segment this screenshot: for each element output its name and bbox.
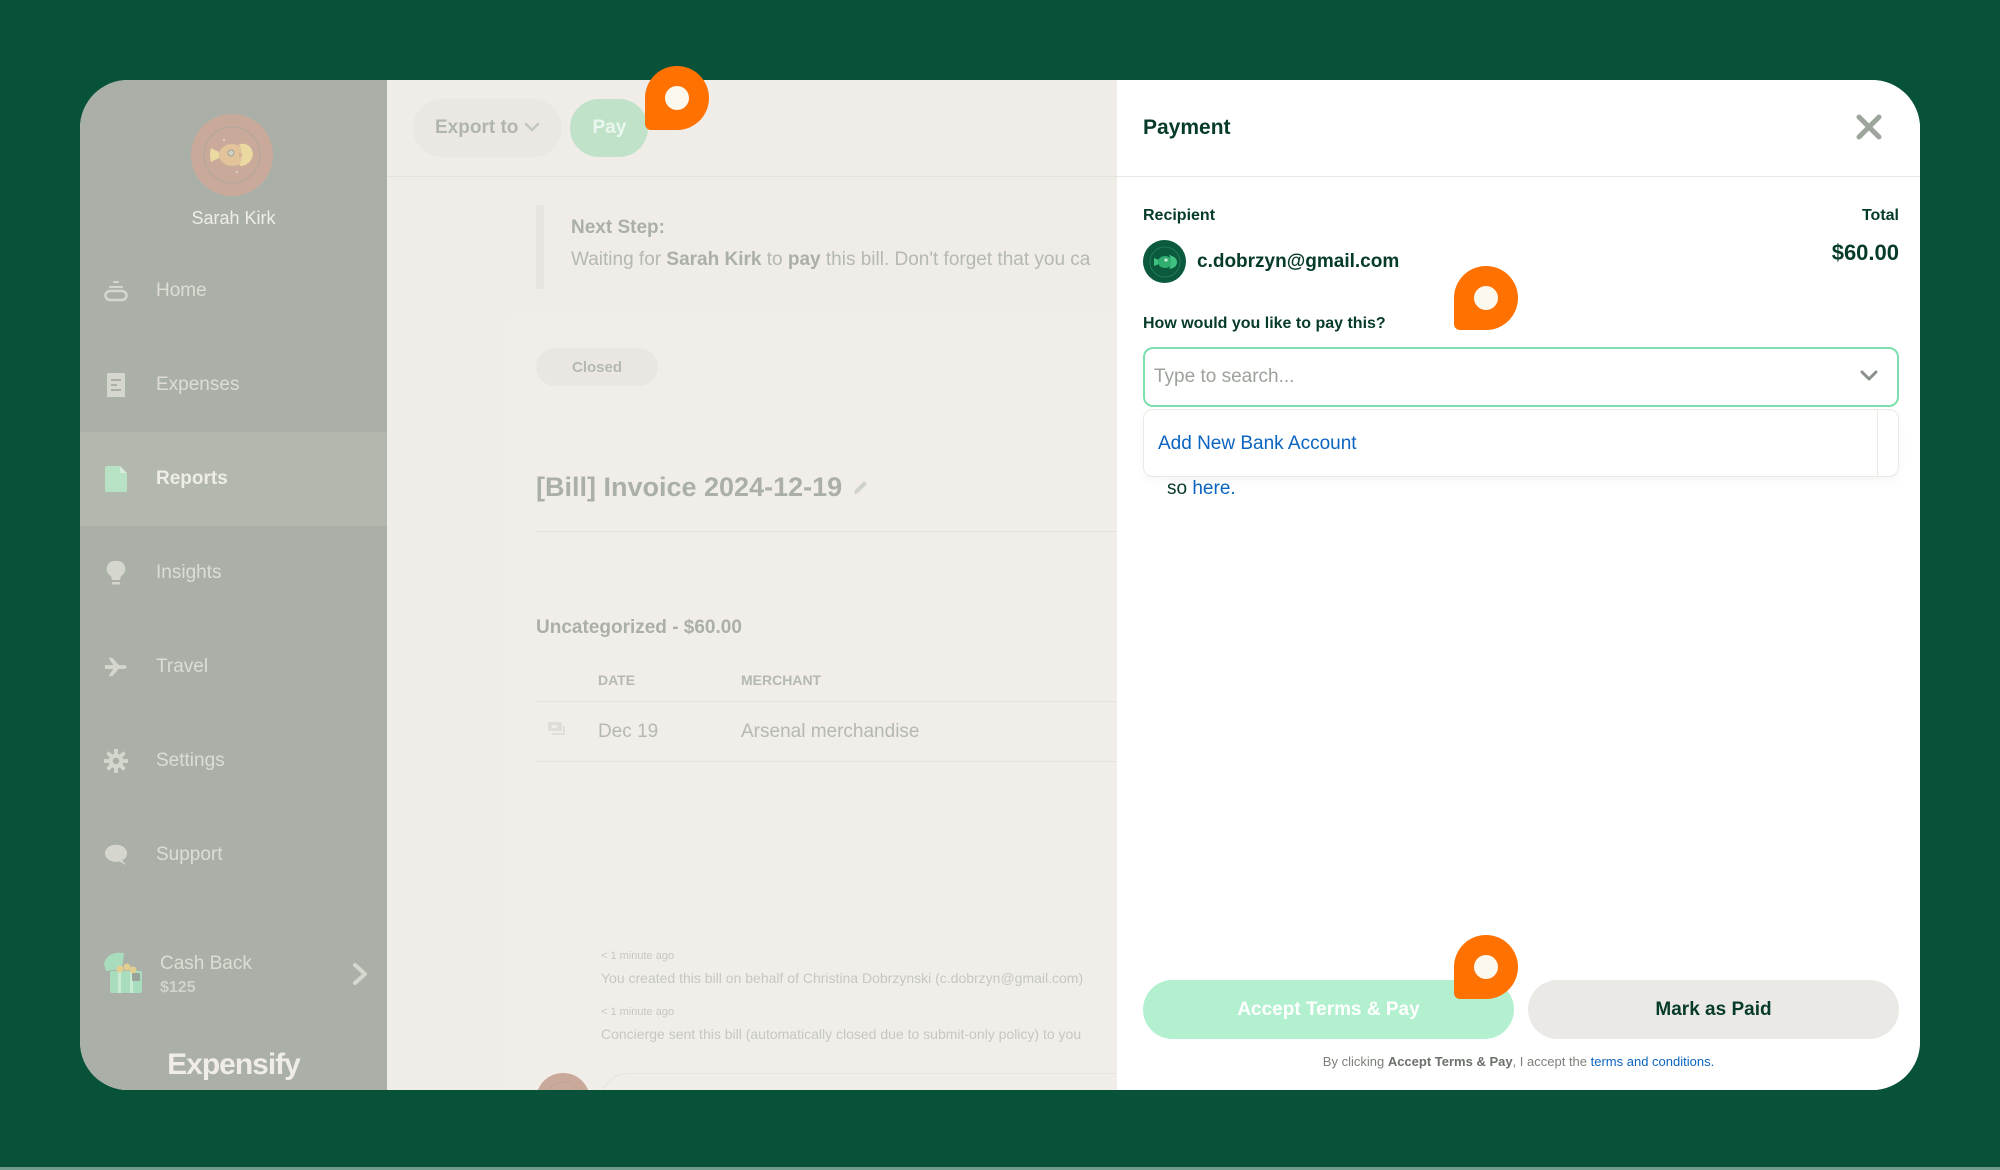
- fish-avatar-icon: [203, 126, 261, 184]
- chevron-right-icon: [351, 962, 369, 991]
- mark-as-paid-button[interactable]: Mark as Paid: [1528, 980, 1899, 1039]
- total-amount: $60.00: [1831, 240, 1899, 265]
- expense-table-header: DATE MERCHANT: [536, 658, 1117, 702]
- fish-avatar-icon: [1149, 246, 1180, 277]
- pay-button[interactable]: Pay: [570, 99, 649, 157]
- report-toolbar: Export to Pay: [387, 80, 1117, 177]
- dropdown-option-add-bank-account[interactable]: Add New Bank Account: [1158, 433, 1357, 455]
- plane-icon: [104, 655, 128, 679]
- sidebar-item-label: Travel: [156, 656, 209, 677]
- chat-bubble-icon: [104, 843, 128, 867]
- column-header-merchant: MERCHANT: [741, 672, 822, 688]
- sidebar-item-label: Home: [156, 280, 207, 301]
- export-to-label: Export to: [435, 117, 519, 138]
- activity-timestamp: < 1 minute ago: [601, 1006, 675, 1018]
- partially-hidden-hint: so here.: [1167, 478, 1236, 499]
- sidebar-item-label: Reports: [156, 468, 228, 489]
- fish-avatar-icon: [547, 1081, 579, 1090]
- expensify-logo: Expensify: [167, 1048, 301, 1081]
- treasure-chest-icon: [98, 949, 146, 1002]
- sidebar-item-travel[interactable]: Travel: [80, 620, 387, 714]
- sidebar-item-support[interactable]: Support: [80, 808, 387, 902]
- sidebar-item-label: Settings: [156, 750, 225, 771]
- close-icon: [1856, 114, 1882, 140]
- receipt-icon: [104, 373, 128, 397]
- column-header-date: DATE: [598, 672, 636, 688]
- sidebar-item-expenses[interactable]: Expenses: [80, 338, 387, 432]
- payment-method-select[interactable]: [1143, 347, 1899, 407]
- payment-method-label: How would you like to pay this?: [1143, 315, 1386, 332]
- panel-title: Payment: [1143, 116, 1231, 139]
- report-title[interactable]: [Bill] Invoice 2024-12-19: [536, 472, 870, 503]
- payment-method-search-input[interactable]: [1154, 366, 1814, 388]
- sidebar-item-label: Insights: [156, 562, 222, 583]
- recipient-avatar: [1143, 240, 1186, 283]
- table-row[interactable]: Dec 19 Arsenal merchandise: [536, 702, 1117, 762]
- comment-input[interactable]: Write something...: [601, 1073, 1117, 1090]
- sidebar-item-label: Expenses: [156, 374, 240, 395]
- sidebar-item-home[interactable]: Home: [80, 244, 387, 338]
- gear-icon: [104, 749, 128, 773]
- activity-timestamp: < 1 minute ago: [601, 950, 675, 962]
- app-window: Sarah Kirk Home Expenses Reports Insight…: [80, 80, 1920, 1090]
- sidebar-item-settings[interactable]: Settings: [80, 714, 387, 808]
- expense-merchant: Arsenal merchandise: [741, 721, 920, 742]
- user-name: Sarah Kirk: [191, 208, 276, 228]
- cashback-amount: $125: [160, 979, 196, 996]
- sidebar-item-label: Support: [156, 844, 223, 865]
- category-heading: Uncategorized - $60.00: [536, 617, 742, 638]
- dropdown-scrollbar[interactable]: [1877, 410, 1878, 476]
- payment-method-dropdown: Add New Bank Account: [1143, 409, 1899, 477]
- recipient: c.dobrzyn@gmail.com: [1143, 240, 1399, 283]
- terms-notice: By clicking Accept Terms & Pay, I accept…: [1322, 1054, 1715, 1069]
- close-button[interactable]: [1852, 110, 1886, 144]
- activity-message: You created this bill on behalf of Chris…: [601, 970, 1084, 986]
- terms-link[interactable]: terms and conditions.: [1591, 1054, 1715, 1069]
- chevron-down-icon: [524, 117, 540, 139]
- payment-panel-header: Payment: [1117, 80, 1920, 177]
- total-label: Total: [1861, 207, 1899, 224]
- user-avatar[interactable]: [191, 114, 273, 196]
- activity-feed: < 1 minute ago You created this bill on …: [601, 950, 1083, 1062]
- activity-message: Concierge sent this bill (automatically …: [601, 1026, 1082, 1042]
- next-step-title: Next Step:: [571, 217, 665, 238]
- divider: [536, 531, 1117, 532]
- sidebar-item-reports[interactable]: Reports: [80, 432, 387, 526]
- recipient-email: c.dobrzyn@gmail.com: [1197, 250, 1400, 272]
- export-to-button[interactable]: Export to: [413, 99, 563, 157]
- document-icon: [104, 466, 128, 492]
- chevron-down-icon[interactable]: [1859, 368, 1879, 389]
- cashback-widget[interactable]: Cash Back $125: [80, 940, 387, 1010]
- sidebar: Sarah Kirk Home Expenses Reports Insight…: [80, 80, 387, 1090]
- report-title-text: [Bill] Invoice 2024-12-19: [536, 472, 843, 502]
- cashback-title: Cash Back: [160, 953, 252, 974]
- hint-link[interactable]: here.: [1192, 478, 1235, 499]
- next-step-banner: Next Step: Waiting for Sarah Kirk to pay…: [536, 205, 1090, 289]
- receipt-image-icon: [548, 720, 568, 744]
- hotspot-marker: [645, 66, 709, 130]
- recipient-label: Recipient: [1143, 207, 1216, 224]
- home-icon: [104, 279, 128, 303]
- hotspot-marker: [1454, 935, 1518, 999]
- hotspot-marker: [1454, 266, 1518, 330]
- status-badge: Closed: [536, 348, 659, 386]
- sidebar-nav: Home Expenses Reports Insights Travel Se…: [80, 244, 387, 902]
- expense-date: Dec 19: [598, 721, 659, 742]
- payment-panel: Payment Recipient Total c.dobrzyn@gmail.…: [1117, 80, 1920, 1090]
- report-view: Export to Pay Next Step: Waiting for Sar…: [387, 80, 1117, 1090]
- lightbulb-icon: [104, 560, 128, 585]
- next-step-text: Waiting for Sarah Kirk to pay this bill.…: [571, 249, 1091, 270]
- sidebar-item-insights[interactable]: Insights: [80, 526, 387, 620]
- pencil-icon[interactable]: [852, 472, 870, 503]
